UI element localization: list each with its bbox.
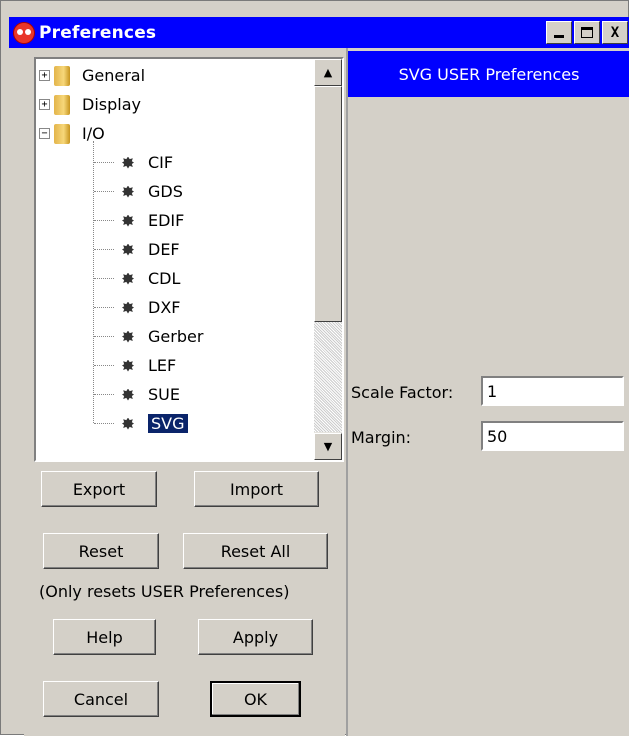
tree-connector [94,336,114,337]
scrollbar-track[interactable] [314,322,342,432]
tree-item-label: CIF [148,153,174,172]
import-button[interactable]: Import [194,471,319,507]
reset-note: (Only resets USER Preferences) [39,582,290,601]
preferences-window: Preferences X + General + Display − I/O CIF GDS… [0,0,629,736]
tree-item-label: DEF [148,240,180,259]
tree-item-label: GDS [148,182,183,201]
tree-item-label: I/O [82,124,105,143]
panel-header: SVG USER Preferences [348,51,629,97]
tree-item-gerber[interactable]: Gerber [94,322,203,351]
maximize-icon [581,27,593,38]
reset-button[interactable]: Reset [43,533,159,569]
tree-item-label: General [82,66,146,85]
ok-button[interactable]: OK [210,681,301,717]
tree-item-gds[interactable]: GDS [94,177,183,206]
tree-connector [94,307,114,308]
help-button[interactable]: Help [53,619,156,655]
folder-icon [54,65,70,86]
expand-icon[interactable]: + [39,70,50,81]
tree-item-def[interactable]: DEF [94,235,180,264]
gear-icon [122,272,134,285]
tree-item-i-o[interactable]: − I/O [39,119,105,148]
expand-icon[interactable]: + [39,99,50,110]
gear-icon [122,301,134,314]
tree-item-label: EDIF [148,211,185,230]
scale-factor-input[interactable] [481,376,624,406]
tree-connector [94,249,114,250]
tree-connector [94,278,114,279]
tree-item-lef[interactable]: LEF [94,351,176,380]
window-controls: X [546,21,628,44]
tree-item-label: Display [82,95,141,114]
tree-item-label: SVG [148,414,188,433]
tree-item-display[interactable]: + Display [39,90,141,119]
tree-item-cif[interactable]: CIF [94,148,173,177]
tree-item-svg[interactable]: SVG [94,409,188,438]
folder-icon [54,123,70,144]
export-button[interactable]: Export [41,471,157,507]
collapse-icon[interactable]: − [39,128,50,139]
tree-content: + General + Display − I/O CIF GDS EDIF DEF CDL DXF G… [36,59,312,460]
margin-input[interactable] [481,421,624,451]
left-panel: + General + Display − I/O CIF GDS EDIF DEF CDL DXF G… [24,48,345,736]
folder-icon [54,94,70,115]
gear-icon [122,185,134,198]
settings-panel: SVG USER Preferences Scale Factor: Margi… [346,48,629,736]
cancel-button[interactable]: Cancel [43,681,159,717]
gear-icon [122,156,134,169]
gear-icon [122,388,134,401]
tree-item-edif[interactable]: EDIF [94,206,184,235]
scroll-up-button[interactable]: ▲ [314,59,342,86]
tree-item-sue[interactable]: SUE [94,380,180,409]
scale-factor-label: Scale Factor: [351,383,454,402]
scroll-down-button[interactable]: ▼ [314,433,342,460]
gear-icon [122,243,134,256]
electric-app-icon [13,21,35,44]
tree-scrollbar[interactable]: ▲ ▼ [314,59,342,460]
tree-connector [94,394,114,395]
tree-item-label: LEF [148,356,177,375]
reset-all-button[interactable]: Reset All [183,533,328,569]
tree-item-label: SUE [148,385,180,404]
tree-item-label: Gerber [148,327,204,346]
tree-connector [94,191,114,192]
tree-item-label: DXF [148,298,181,317]
close-icon: X [610,24,620,41]
arrow-down-icon: ▼ [323,440,333,453]
margin-label: Margin: [351,428,412,447]
preferences-tree[interactable]: + General + Display − I/O CIF GDS EDIF DEF CDL DXF G… [34,57,344,462]
apply-button[interactable]: Apply [198,619,313,655]
tree-item-cdl[interactable]: CDL [94,264,180,293]
tree-connector [94,365,114,366]
minimize-button[interactable] [546,21,572,44]
gear-icon [122,330,134,343]
scrollbar-thumb[interactable] [314,86,342,322]
tree-connector [94,423,114,424]
tree-item-general[interactable]: + General [39,61,145,90]
tree-connector [94,220,114,221]
gear-icon [122,417,134,430]
window-title: Preferences [39,22,157,43]
tree-item-dxf[interactable]: DXF [94,293,180,322]
arrow-up-icon: ▲ [323,66,333,79]
gear-icon [122,214,134,227]
tree-item-label: CDL [148,269,181,288]
minimize-icon [554,35,564,38]
maximize-button[interactable] [574,21,600,44]
tree-connector [94,162,114,163]
close-button[interactable]: X [602,21,628,44]
title-bar[interactable]: Preferences X [9,17,629,48]
gear-icon [122,359,134,372]
